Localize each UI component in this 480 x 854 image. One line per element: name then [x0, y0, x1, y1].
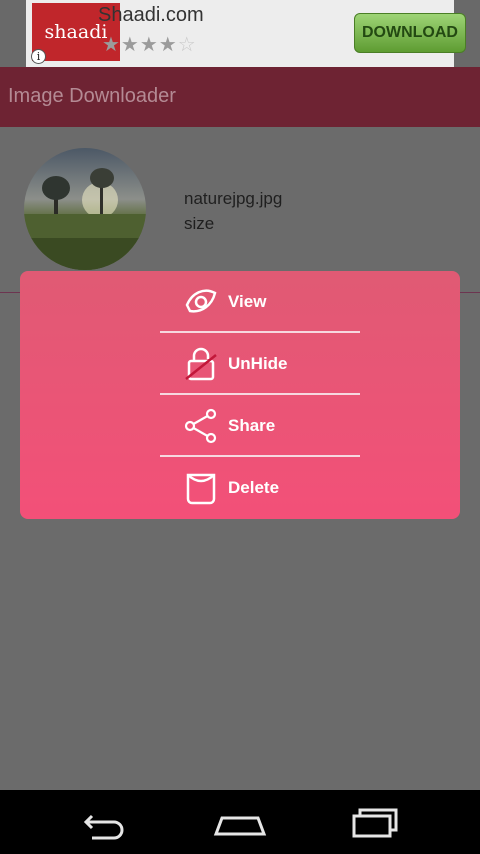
options-dialog: View UnHide Share Delete	[20, 271, 460, 519]
unhide-label: UnHide	[228, 354, 288, 373]
recents-icon[interactable]	[344, 802, 404, 842]
unhide-option[interactable]: UnHide	[160, 333, 360, 395]
trash-icon	[186, 473, 216, 505]
ad-title[interactable]: Shaadi.com	[98, 4, 204, 27]
file-name: naturejpg.jpg	[184, 189, 283, 208]
rating-stars-filled: ★★★★	[102, 34, 178, 56]
view-label: View	[228, 292, 267, 311]
unlock-icon	[185, 347, 217, 381]
ad-content[interactable]: shaadi Shaadi.com ★★★★☆ i DOWNLOAD	[26, 0, 466, 67]
app-bar: Image Downloader	[0, 67, 480, 127]
rating-star-empty: ☆	[177, 34, 197, 56]
nature-photo-icon	[24, 168, 146, 270]
ad-info-icon[interactable]: i	[31, 49, 46, 64]
ad-rating-stars: ★★★★☆	[102, 32, 197, 57]
back-icon[interactable]	[76, 802, 136, 842]
share-icon	[184, 408, 217, 444]
system-nav-bar	[0, 790, 480, 854]
image-thumbnail[interactable]	[24, 148, 146, 270]
share-option[interactable]: Share	[160, 395, 360, 457]
delete-label: Delete	[228, 478, 280, 497]
ad-banner[interactable]: shaadi Shaadi.com ★★★★☆ i DOWNLOAD	[0, 0, 480, 67]
view-option[interactable]: View	[160, 271, 360, 333]
share-label: Share	[228, 416, 276, 435]
ad-download-button[interactable]: DOWNLOAD	[354, 13, 466, 53]
app-title: Image Downloader	[8, 85, 176, 107]
file-size: size	[184, 214, 215, 233]
delete-option[interactable]: Delete	[160, 457, 360, 519]
home-icon[interactable]	[210, 802, 270, 842]
eye-icon	[185, 289, 217, 313]
